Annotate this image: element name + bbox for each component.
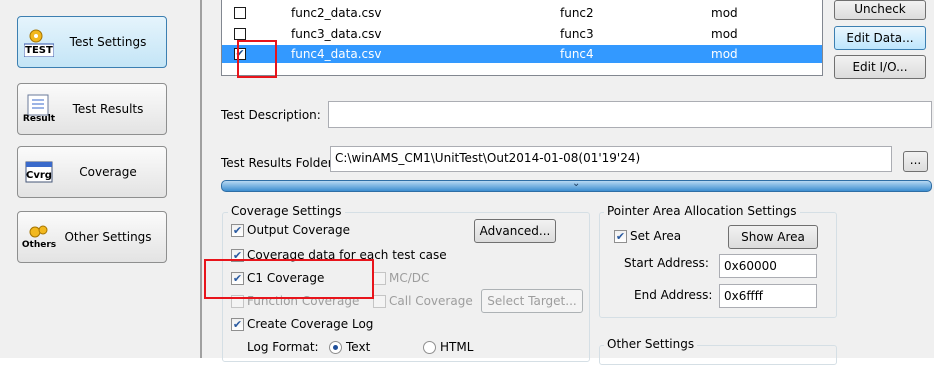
- select-target-button[interactable]: Select Target...: [481, 289, 583, 313]
- nav-label: Test Settings: [69, 35, 147, 49]
- file-row-selected[interactable]: ✔ func4_data.csv func4 mod: [222, 45, 822, 63]
- advanced-button[interactable]: Advanced...: [474, 219, 556, 243]
- end-address-input[interactable]: 0x6ffff: [719, 284, 817, 308]
- pointer-settings-title: Pointer Area Allocation Settings: [604, 204, 800, 218]
- highlight-box: [237, 40, 277, 78]
- show-area-button[interactable]: Show Area: [728, 225, 818, 249]
- mcdc-checkbox[interactable]: [373, 272, 386, 285]
- log-format-label: Log Format:: [247, 340, 319, 354]
- nav-coverage-button[interactable]: Cvrg Coverage: [17, 146, 167, 198]
- coverage-icon: Cvrg: [24, 157, 54, 187]
- create-log-label: Create Coverage Log: [247, 317, 374, 331]
- file-name: func3_data.csv: [291, 27, 382, 41]
- file-row-checkbox[interactable]: [234, 28, 246, 40]
- output-coverage-checkbox[interactable]: ✔: [231, 224, 244, 237]
- test-results-icon: Result: [23, 94, 55, 124]
- test-description-label: Test Description:: [221, 108, 321, 122]
- end-address-label: End Address:: [634, 288, 713, 302]
- navigation-panel: TEST Test Settings Result Test Results C…: [0, 0, 200, 358]
- test-description-input[interactable]: [328, 101, 932, 128]
- set-area-checkbox[interactable]: ✔: [614, 230, 627, 243]
- format-text-label: Text: [346, 340, 371, 354]
- edit-data-button[interactable]: Edit Data...: [834, 26, 926, 50]
- output-coverage-label: Output Coverage: [247, 223, 350, 237]
- nav-label: Other Settings: [64, 230, 152, 244]
- call-coverage-label: Call Coverage: [389, 294, 473, 308]
- mcdc-label: MC/DC: [389, 271, 430, 285]
- format-html-radio[interactable]: [423, 341, 436, 354]
- coverage-settings-title: Coverage Settings: [228, 204, 345, 218]
- file-name: func4_data.csv: [291, 47, 382, 61]
- test-settings-icon: TEST: [24, 27, 54, 57]
- file-row[interactable]: func3_data.csv func3 mod: [222, 25, 822, 43]
- results-folder-input[interactable]: C:\winAMS_CM1\UnitTest\Out2014-01-08(01'…: [330, 146, 892, 172]
- format-text-radio[interactable]: [329, 341, 342, 354]
- nav-other-settings-button[interactable]: Others Other Settings: [17, 211, 167, 263]
- file-row-checkbox[interactable]: [234, 7, 246, 19]
- create-log-checkbox[interactable]: ✔: [231, 318, 244, 331]
- file-function: func2: [560, 6, 594, 20]
- nav-test-results-button[interactable]: Result Test Results: [17, 83, 167, 135]
- nav-test-settings-button[interactable]: TEST Test Settings: [17, 16, 167, 68]
- edit-io-button[interactable]: Edit I/O...: [834, 55, 926, 79]
- nav-label: Coverage: [79, 165, 137, 179]
- start-address-label: Start Address:: [624, 256, 709, 270]
- collapse-splitter[interactable]: ⌄: [221, 178, 932, 192]
- highlight-box: [204, 259, 374, 299]
- other-settings-title: Other Settings: [604, 337, 698, 351]
- file-type: mod: [711, 27, 738, 41]
- chevron-down-icon: ⌄: [572, 178, 581, 189]
- file-type: mod: [711, 47, 738, 61]
- other-settings-icon: Others: [22, 222, 56, 252]
- file-row[interactable]: func2_data.csv func2 mod: [222, 4, 822, 22]
- format-html-label: HTML: [440, 340, 474, 354]
- set-area-label: Set Area: [630, 229, 682, 243]
- call-coverage-checkbox[interactable]: [373, 295, 386, 308]
- browse-folder-button[interactable]: ...: [903, 151, 928, 172]
- test-data-file-list[interactable]: func2_data.csv func2 mod func3_data.csv …: [221, 0, 823, 76]
- file-name: func2_data.csv: [291, 6, 382, 20]
- uncheck-button[interactable]: Uncheck: [834, 0, 926, 20]
- file-type: mod: [711, 6, 738, 20]
- results-folder-label: Test Results Folder:: [221, 156, 337, 170]
- file-function: func4: [560, 47, 594, 61]
- file-function: func3: [560, 27, 594, 41]
- start-address-input[interactable]: 0x60000: [719, 254, 817, 278]
- nav-label: Test Results: [72, 102, 144, 116]
